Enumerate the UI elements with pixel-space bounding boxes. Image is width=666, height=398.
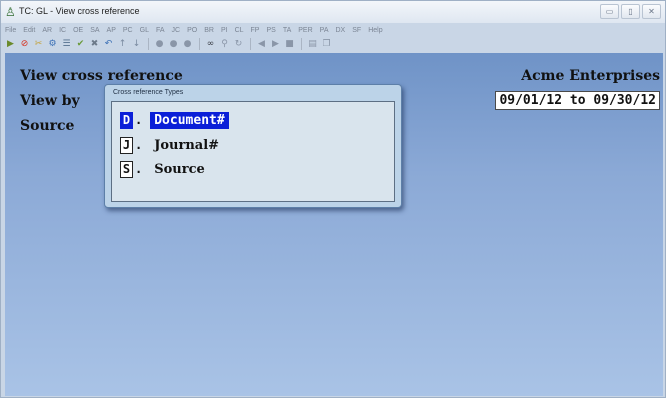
toolbar: ▶ ⊘ ✂ ⚙ ☰ ✔ ✖ ↶ ↑ ↓ ● ● ● ∞ ⚲ ↻ ◀ ▶ ■ ▤ … — [5, 37, 335, 51]
window-title: TC: GL - View cross reference — [19, 6, 140, 16]
circle-3-icon[interactable]: ● — [182, 39, 193, 50]
next-icon[interactable]: ▶ — [270, 39, 281, 50]
calculator-icon[interactable]: ▤ — [307, 39, 318, 50]
option-separator: . — [135, 113, 143, 127]
check-icon[interactable]: ✔ — [75, 39, 86, 50]
title-bar: ♙ TC: GL - View cross reference ▭ ▯ ✕ — [1, 1, 665, 23]
toolbar-separator — [148, 38, 149, 50]
option-label: Journal# — [154, 137, 220, 153]
menu-sf[interactable]: SF — [352, 25, 361, 37]
option-key: J — [120, 136, 133, 154]
app-icon: ♙ — [5, 5, 16, 19]
menu-bar: File Edit AR IC OE SA AP PC GL FA JC PO … — [1, 25, 665, 37]
menu-pi[interactable]: PI — [221, 25, 228, 37]
menu-file[interactable]: File — [5, 25, 16, 37]
cross-reference-types-dialog: Cross reference Types D . Document# J . … — [104, 84, 402, 208]
menu-ic[interactable]: IC — [59, 25, 66, 37]
option-separator: . — [135, 138, 143, 152]
option-separator: . — [135, 162, 143, 176]
menu-jc[interactable]: JC — [172, 25, 181, 37]
menu-fp[interactable]: FP — [251, 25, 260, 37]
source-label: Source — [20, 118, 75, 134]
option-journal[interactable]: J . Journal# — [120, 136, 223, 154]
menu-ap[interactable]: AP — [107, 25, 116, 37]
menu-dx[interactable]: DX — [336, 25, 346, 37]
close-button[interactable]: ✕ — [642, 4, 661, 19]
view-by-label: View by — [20, 93, 80, 109]
down-arrow-icon[interactable]: ↓ — [131, 39, 142, 50]
option-source[interactable]: S . Source — [120, 160, 209, 178]
screen-heading: View cross reference — [20, 68, 183, 84]
stop-icon[interactable]: ⊘ — [19, 39, 30, 50]
menu-gl[interactable]: GL — [140, 25, 149, 37]
option-label: Document# — [150, 111, 229, 129]
copy-icon[interactable]: ❐ — [321, 39, 332, 50]
minimize-button[interactable]: ▭ — [600, 4, 619, 19]
menu-po[interactable]: PO — [187, 25, 197, 37]
menu-help[interactable]: Help — [368, 25, 382, 37]
list-icon[interactable]: ☰ — [61, 39, 72, 50]
settings-icon[interactable]: ⚙ — [47, 39, 58, 50]
menu-ta[interactable]: TA — [283, 25, 291, 37]
menu-cl[interactable]: CL — [235, 25, 244, 37]
binoculars-icon[interactable]: ∞ — [205, 39, 216, 50]
go-icon[interactable]: ▶ — [5, 39, 16, 50]
delete-icon[interactable]: ✖ — [89, 39, 100, 50]
menu-edit[interactable]: Edit — [23, 25, 35, 37]
undo-icon[interactable]: ↶ — [103, 39, 114, 50]
toolbar-separator — [301, 38, 302, 50]
menu-ps[interactable]: PS — [266, 25, 275, 37]
refresh-icon[interactable]: ↻ — [233, 39, 244, 50]
prev-icon[interactable]: ◀ — [256, 39, 267, 50]
menu-br[interactable]: BR — [204, 25, 214, 37]
option-key: S — [120, 160, 133, 178]
tools-icon[interactable]: ✂ — [33, 39, 44, 50]
toolbar-separator — [250, 38, 251, 50]
menu-sa[interactable]: SA — [90, 25, 99, 37]
dialog-title: Cross reference Types — [113, 89, 184, 96]
option-document[interactable]: D . Document# — [120, 111, 229, 129]
company-name: Acme Enterprises — [521, 68, 660, 84]
menu-fa[interactable]: FA — [156, 25, 165, 37]
menu-per[interactable]: PER — [298, 25, 312, 37]
zoom-icon[interactable]: ⚲ — [219, 39, 230, 50]
record-icon[interactable]: ■ — [284, 39, 295, 50]
option-label: Source — [154, 161, 205, 177]
menu-oe[interactable]: OE — [73, 25, 83, 37]
menu-ar[interactable]: AR — [42, 25, 52, 37]
circle-2-icon[interactable]: ● — [168, 39, 179, 50]
toolbar-separator — [199, 38, 200, 50]
maximize-button[interactable]: ▯ — [621, 4, 640, 19]
up-arrow-icon[interactable]: ↑ — [117, 39, 128, 50]
options-list: D . Document# J . Journal# S . Source — [111, 101, 395, 202]
menu-pa[interactable]: PA — [320, 25, 329, 37]
date-range-field[interactable]: 09/01/12 to 09/30/12 — [495, 91, 660, 110]
option-key: D — [120, 111, 133, 129]
app-window: ♙ TC: GL - View cross reference ▭ ▯ ✕ Fi… — [0, 0, 666, 398]
window-controls: ▭ ▯ ✕ — [598, 4, 661, 19]
menu-pc[interactable]: PC — [123, 25, 133, 37]
circle-1-icon[interactable]: ● — [154, 39, 165, 50]
